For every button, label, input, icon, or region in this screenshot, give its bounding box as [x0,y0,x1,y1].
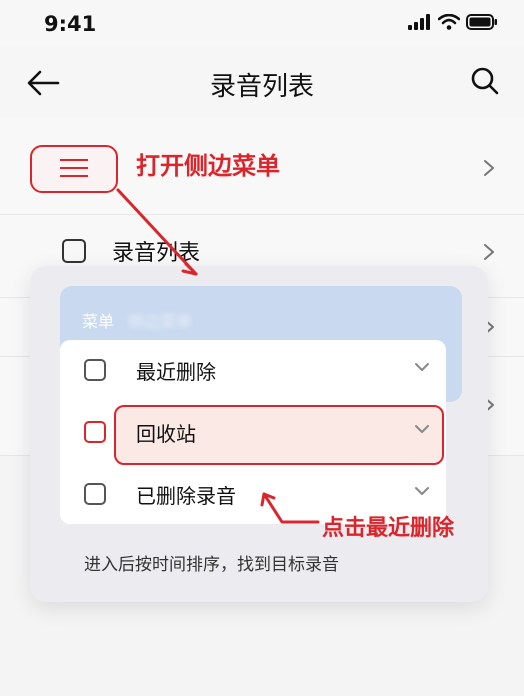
menu-header-blurred-label: 侧边菜单 [128,312,193,331]
menu-button[interactable] [30,145,118,193]
annotation-open-sidebar: 打开侧边菜单 [136,152,280,180]
side-menu-card: 菜单 侧边菜单 最近删除 回收站 已删除录音 进入后按时间排序，找到目标录音 [30,266,488,602]
menu-bar [60,175,88,177]
chevron-down-icon [415,425,429,433]
wifi-icon [438,14,460,30]
battery-icon [466,14,497,30]
chevron-right-icon [484,244,494,260]
instruction-text: 进入后按时间排序，找到目标录音 [84,555,339,575]
annotation-click-recent-delete: 点击最近删除 [322,516,455,541]
folder-icon [84,483,106,505]
list-row-menu[interactable]: 打开侧边菜单 [0,118,524,215]
chevron-right-icon [484,160,494,176]
status-bar: 9:41 [0,0,524,46]
recording-icon [62,239,86,263]
menu-item-label: 回收站 [136,422,196,446]
menu-header-label: 菜单 [82,312,115,331]
chevron-down-icon [415,487,429,495]
page-title: 录音列表 [209,72,314,102]
nav-bar: 录音列表 [0,46,524,118]
recycle-bin-icon [84,421,106,443]
menu-item-recycle-bin[interactable]: 回收站 [60,402,446,460]
menu-bar [60,159,88,161]
status-icons [408,14,498,30]
search-icon[interactable] [470,66,500,96]
menu-items-overlay: 回收站 已删除录音 [60,340,446,524]
row-label: 录音列表 [112,241,201,266]
cellular-signal-icon [408,14,430,30]
menu-item-label: 已删除录音 [136,484,236,508]
status-time: 9:41 [44,12,97,36]
menu-bar [60,167,88,169]
